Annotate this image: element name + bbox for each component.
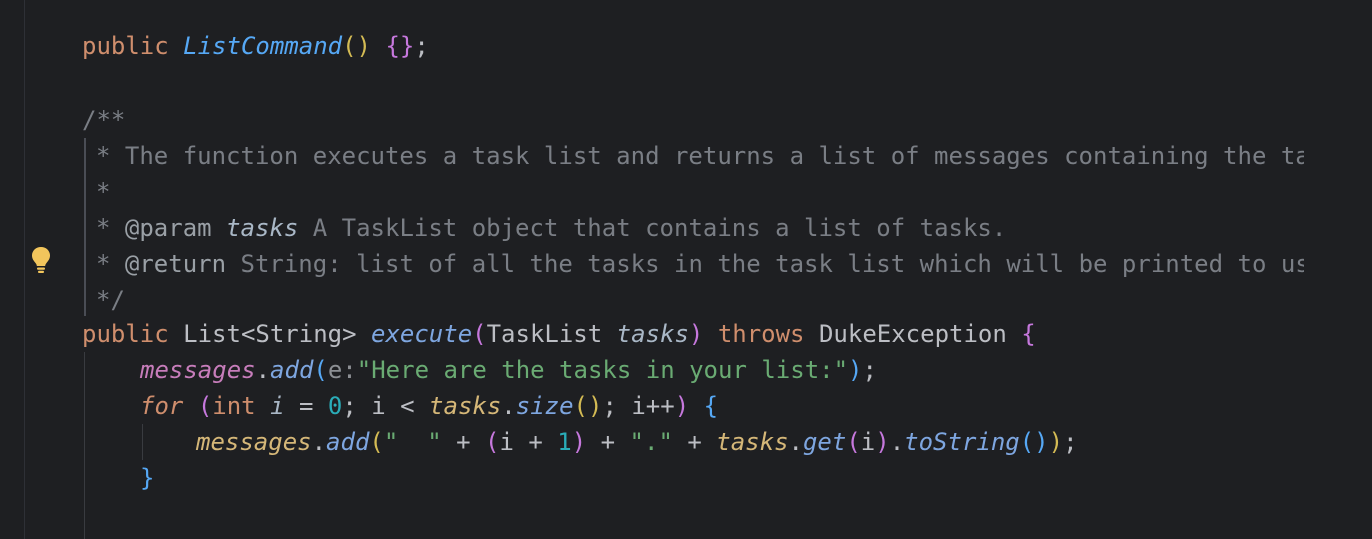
constructor-name: ListCommand	[183, 32, 343, 60]
indent-guide	[142, 424, 143, 460]
javadoc-block[interactable]: * The function executes a task list and …	[82, 138, 1304, 318]
assign: =	[284, 392, 328, 420]
plus-operator: +	[672, 428, 717, 456]
javadoc-open[interactable]: /**	[82, 102, 125, 138]
call-parens: ()	[1019, 428, 1049, 456]
string-literal: "."	[629, 428, 673, 456]
close-paren: )	[875, 428, 890, 456]
dot: .	[501, 392, 516, 420]
loop-condition: ; i <	[342, 392, 430, 420]
field-messages: messages	[140, 356, 256, 384]
keyword-int: int	[212, 392, 256, 420]
dot: .	[788, 428, 803, 456]
dot: .	[311, 428, 327, 456]
method-add: add	[326, 428, 370, 456]
javadoc-blank: *	[96, 178, 111, 206]
javadoc-return-text: String: list of all the tasks in the tas…	[226, 250, 1305, 278]
method-tostring: toString	[904, 428, 1020, 456]
method-name: execute	[371, 320, 473, 348]
open-paren: (	[485, 428, 500, 456]
number-literal: 0	[327, 392, 343, 420]
plus-operator: +	[513, 428, 558, 456]
empty-body: {}	[385, 32, 415, 60]
field-messages: messages	[196, 428, 312, 456]
dot: .	[889, 428, 905, 456]
dot: .	[255, 356, 271, 384]
variable-i: i	[499, 428, 514, 456]
open-paren: (	[369, 428, 384, 456]
call-parens: ()	[573, 392, 603, 420]
method-size: size	[515, 392, 574, 420]
indent-guide	[84, 352, 85, 539]
variable-i: i	[860, 428, 876, 456]
lightbulb-icon[interactable]	[31, 246, 51, 274]
string-literal: " "	[383, 428, 442, 456]
param-name: tasks	[616, 320, 689, 348]
javadoc-param-tag: @param	[124, 214, 212, 242]
javadoc-return-line: * @return String: list of all the tasks …	[96, 246, 1304, 282]
code-line-add-item[interactable]: messages.add(" " + (i + 1) + "." + tasks…	[196, 424, 1078, 460]
close-paren: )	[1048, 428, 1064, 456]
paren-pair: ()	[342, 32, 372, 60]
code-line-for[interactable]: for (int i = 0; i < tasks.size(); i++) {	[140, 388, 718, 424]
code-line-constructor[interactable]: public ListCommand() {};	[82, 28, 429, 64]
semicolon: ;	[1063, 428, 1078, 456]
javadoc-param-text: A TaskList object that contains a list o…	[298, 214, 1007, 242]
param-type: TaskList	[486, 320, 603, 348]
plus-operator: +	[586, 428, 630, 456]
semicolon: ;	[414, 32, 429, 60]
javadoc-param-name: tasks	[226, 214, 299, 242]
javadoc-close: */	[96, 286, 125, 314]
gutter-divider	[24, 0, 25, 539]
open-paren: (	[313, 356, 328, 384]
string-literal: "Here are the tasks in your list:"	[356, 356, 849, 384]
close-paren: )	[688, 320, 704, 348]
code-line-add-header[interactable]: messages.add(e:"Here are the tasks in yo…	[140, 352, 877, 388]
loop-increment: ; i++	[602, 392, 675, 420]
code-line-signature[interactable]: public List<String> execute(TaskList tas…	[82, 316, 1036, 352]
javadoc-star: *	[96, 214, 125, 242]
open-paren: (	[472, 320, 487, 348]
loop-variable: i	[270, 392, 285, 420]
variable-tasks: tasks	[716, 428, 789, 456]
close-paren: )	[848, 356, 863, 384]
code-line-close-brace[interactable]: }	[140, 460, 154, 496]
open-brace: {	[703, 392, 719, 420]
open-brace: {	[1021, 320, 1036, 348]
close-paren: )	[674, 392, 690, 420]
exception-type: DukeException	[818, 320, 1007, 348]
keyword-for: for	[140, 392, 184, 420]
keyword-public: public	[82, 320, 169, 348]
code-editor[interactable]: public ListCommand() {}; /** * The funct…	[0, 0, 1372, 539]
semicolon: ;	[862, 356, 877, 384]
javadoc-star: *	[96, 250, 125, 278]
close-paren: )	[571, 428, 587, 456]
plus-operator: +	[441, 428, 486, 456]
parameter-hint: e:	[327, 356, 357, 384]
method-get: get	[802, 428, 847, 456]
javadoc-return-tag: @return	[124, 250, 227, 278]
open-paren: (	[197, 392, 213, 420]
method-add: add	[270, 356, 314, 384]
keyword-throws: throws	[717, 320, 805, 348]
return-type: List<String>	[183, 320, 357, 348]
javadoc-description: * The function executes a task list and …	[96, 142, 1304, 170]
variable-tasks: tasks	[429, 392, 502, 420]
keyword-public: public	[82, 32, 169, 60]
number-literal: 1	[557, 428, 572, 456]
open-paren: (	[846, 428, 861, 456]
javadoc-param-line: * @param tasks A TaskList object that co…	[96, 210, 1006, 246]
